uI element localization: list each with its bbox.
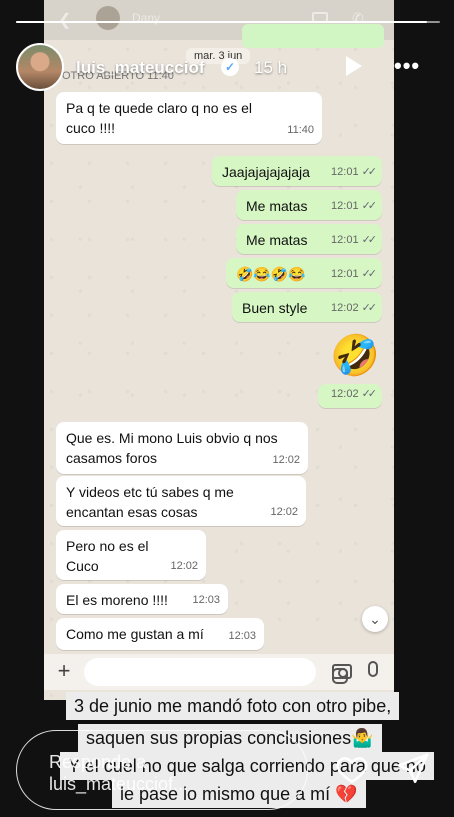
- microphone-icon[interactable]: [368, 661, 378, 677]
- back-arrow-icon: ❮: [58, 10, 71, 30]
- camera-icon[interactable]: [332, 664, 352, 679]
- message-outgoing: Me matas 12:01 ✓✓: [236, 190, 382, 220]
- message-time: 12:02 ✓✓: [331, 388, 378, 400]
- reply-placeholder: Responde a luis_mateucciof...: [49, 752, 189, 794]
- message-text: Me matas: [246, 198, 308, 214]
- message-time: 11:40: [287, 124, 314, 136]
- heart-icon[interactable]: [334, 752, 370, 786]
- message-time: 12:01 ✓✓: [331, 200, 378, 212]
- message-text: Como me gustan a mí: [66, 626, 204, 642]
- message-time: 12:02: [170, 560, 198, 572]
- message-text: Jaajajajajajaja: [222, 164, 310, 180]
- message-outgoing: Buen style 12:02 ✓✓: [232, 292, 382, 322]
- message-incoming: Que es. Mi mono Luis obvio q nos casamos…: [56, 422, 308, 474]
- story-username[interactable]: luis_mateucciof: [76, 58, 205, 78]
- send-icon[interactable]: [396, 752, 430, 786]
- message-time: 12:01 ✓✓: [331, 268, 378, 280]
- scroll-down-button[interactable]: ⌄: [362, 606, 388, 632]
- caption-line: 3 de junio me mandó foto con otro pibe,: [66, 692, 400, 720]
- message-text: 🤣😂🤣😂: [236, 266, 306, 282]
- avatar[interactable]: [16, 43, 64, 91]
- play-icon[interactable]: [346, 56, 362, 76]
- story-progress-fill: [16, 21, 428, 23]
- whatsapp-screenshot: mar. 3 jun OTRO ABIERTO 11:40 Pa q te qu…: [44, 0, 394, 700]
- message-time: 12:03: [192, 594, 220, 606]
- message-outgoing: Jaajajajajajaja 12:01 ✓✓: [212, 156, 382, 186]
- sticker-emoji: 🤣: [330, 334, 380, 378]
- more-options-icon[interactable]: •••: [394, 53, 420, 79]
- message-time: 12:03: [228, 630, 256, 642]
- contact-avatar: [96, 6, 120, 30]
- phone-icon: ✆: [352, 10, 364, 26]
- message-input[interactable]: [84, 658, 348, 686]
- message-text: Pa q te quede claro q no es el cuco !!!!: [66, 100, 253, 136]
- message-time: 12:02: [272, 454, 300, 466]
- message-text: El es moreno !!!!: [66, 592, 168, 608]
- read-ticks-icon: ✓✓: [361, 200, 378, 212]
- message-time: 12:01 ✓✓: [331, 166, 378, 178]
- message-outgoing: 12:02 ✓✓: [318, 384, 382, 408]
- message-incoming: Y videos etc tú sabes q me encantan esas…: [56, 476, 306, 526]
- message-text: Que es. Mi mono Luis obvio q nos casamos…: [66, 430, 278, 466]
- plus-icon[interactable]: +: [52, 658, 76, 684]
- story-progress-bar: [16, 21, 440, 23]
- read-ticks-icon: ✓✓: [361, 166, 378, 178]
- message-incoming: Pero no es el Cuco 12:02: [56, 530, 206, 580]
- message-input-bar: +: [44, 654, 394, 690]
- story-age: 15 h: [254, 58, 288, 77]
- read-ticks-icon: ✓✓: [361, 268, 378, 280]
- message-incoming: Pa q te quede claro q no es el cuco !!!!…: [56, 92, 322, 144]
- message-outgoing: Me matas 12:01 ✓✓: [236, 224, 382, 254]
- story-viewer: mar. 3 jun OTRO ABIERTO 11:40 Pa q te qu…: [0, 0, 454, 817]
- message-time: 12:02 ✓✓: [331, 302, 378, 314]
- reply-input[interactable]: Responde a luis_mateucciof...: [16, 730, 308, 810]
- message-text: Me matas: [246, 232, 308, 248]
- read-ticks-icon: ✓✓: [361, 388, 378, 400]
- message-time: 12:01 ✓✓: [331, 234, 378, 246]
- chat-header-faded: ❮ Dany ✆: [56, 4, 386, 30]
- read-ticks-icon: ✓✓: [361, 302, 378, 314]
- message-outgoing: 🤣😂🤣😂 12:01 ✓✓: [226, 258, 382, 288]
- message-time: 12:02: [270, 506, 298, 518]
- message-text: Y videos etc tú sabes q me encantan esas…: [66, 484, 234, 520]
- read-ticks-icon: ✓✓: [361, 234, 378, 246]
- message-text: Buen style: [242, 300, 308, 316]
- message-incoming: Como me gustan a mí 12:03: [56, 618, 264, 650]
- message-text: Pero no es el Cuco: [66, 538, 149, 574]
- verified-badge-icon: ✓: [221, 58, 239, 76]
- message-incoming: El es moreno !!!! 12:03: [56, 584, 228, 614]
